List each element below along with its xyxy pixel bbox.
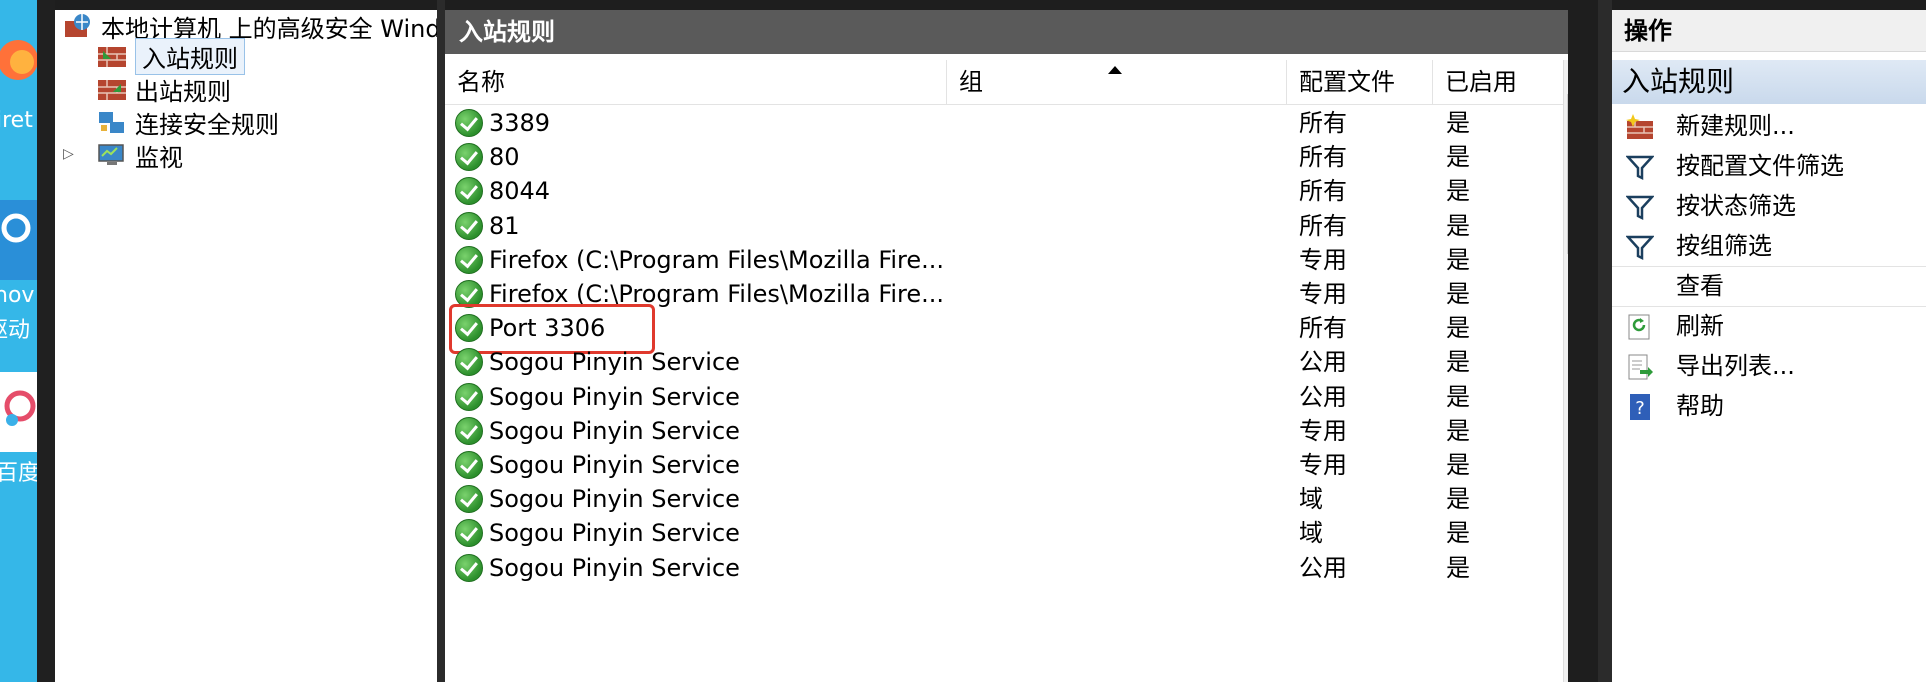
cell-enabled: 是 bbox=[1446, 553, 1470, 582]
desktop-label: nov bbox=[0, 283, 35, 308]
desktop-label: 百度 bbox=[0, 461, 37, 486]
tree-item-label: 入站规则 bbox=[135, 37, 245, 75]
filter-icon bbox=[1625, 233, 1655, 261]
cell-name: Sogou Pinyin Service bbox=[489, 553, 740, 582]
firefox-icon[interactable] bbox=[0, 30, 37, 90]
column-header-enabled[interactable]: 已启用 bbox=[1433, 60, 1563, 104]
outbound-rules-icon bbox=[97, 76, 127, 102]
desktop-label: iret bbox=[0, 108, 33, 133]
action-filter-by-group[interactable]: 按组筛选 bbox=[1612, 226, 1926, 266]
pane-divider[interactable] bbox=[1598, 0, 1612, 682]
tree-item-monitoring[interactable]: 监视 bbox=[97, 139, 183, 172]
enabled-check-icon bbox=[455, 382, 483, 411]
enabled-check-icon bbox=[455, 519, 483, 548]
actions-section-header[interactable]: 入站规则 bbox=[1612, 60, 1926, 104]
navigation-tree: 本地计算机 上的高级安全 Windows Defender 防火墙 入站规则 出… bbox=[55, 10, 437, 682]
enabled-check-icon bbox=[455, 416, 483, 445]
rules-list-pane: 入站规则 名称 组 配置文件 已启用 3389 所有是 80 所有是 8044 所有是 81… bbox=[445, 10, 1568, 682]
enabled-check-icon bbox=[455, 211, 483, 240]
action-label: 按组筛选 bbox=[1676, 232, 1772, 260]
filter-icon bbox=[1625, 193, 1655, 221]
tree-item-label: 连接安全规则 bbox=[135, 110, 279, 139]
new-rule-icon bbox=[1626, 113, 1654, 141]
enabled-check-icon bbox=[455, 553, 483, 582]
column-header-name[interactable]: 名称 bbox=[445, 60, 947, 104]
firewall-globe-icon bbox=[63, 13, 93, 39]
action-label: 按配置文件筛选 bbox=[1676, 152, 1844, 180]
tree-item-label: 监视 bbox=[135, 143, 183, 172]
cell-profile: 公用 bbox=[1299, 553, 1347, 582]
enabled-check-icon bbox=[455, 485, 483, 514]
action-help[interactable]: ? 帮助 bbox=[1612, 386, 1926, 426]
action-label: 刷新 bbox=[1676, 312, 1724, 340]
action-label: 帮助 bbox=[1676, 392, 1724, 420]
action-new-rule[interactable]: 新建规则... bbox=[1612, 106, 1926, 146]
action-filter-by-state[interactable]: 按状态筛选 bbox=[1612, 186, 1926, 226]
inbound-rules-icon bbox=[97, 43, 127, 69]
filter-icon bbox=[1625, 153, 1655, 181]
desktop-label: 驱动 bbox=[0, 318, 31, 343]
export-icon bbox=[1626, 353, 1654, 381]
scroll-up-icon[interactable]: ︿ bbox=[1564, 60, 1568, 94]
enabled-check-icon bbox=[455, 451, 483, 479]
vertical-scrollbar[interactable]: ︿ ≡ bbox=[1563, 60, 1568, 682]
action-refresh[interactable]: 刷新 bbox=[1612, 306, 1926, 346]
column-header-profile[interactable]: 配置文件 bbox=[1287, 60, 1433, 104]
tree-root[interactable]: 本地计算机 上的高级安全 Windows Defender 防火墙 bbox=[63, 10, 437, 43]
action-label: 按状态筛选 bbox=[1676, 192, 1796, 220]
tree-item-label: 出站规则 bbox=[135, 77, 231, 106]
pane-title: 入站规则 bbox=[445, 10, 1568, 54]
table-row[interactable]: Sogou Pinyin Service 公用 是 bbox=[445, 547, 1563, 589]
svg-text:?: ? bbox=[1635, 398, 1645, 419]
action-label: 导出列表... bbox=[1676, 352, 1795, 380]
actions-pane: 操作 入站规则 新建规则... 按配置文件筛选 按状态筛选 按组筛选 查看 刷新 bbox=[1612, 10, 1926, 682]
enabled-check-icon bbox=[455, 245, 483, 274]
refresh-icon bbox=[1626, 313, 1654, 341]
pane-divider[interactable] bbox=[437, 0, 445, 682]
scrollbar-thumb[interactable] bbox=[1567, 94, 1568, 254]
enabled-check-icon bbox=[455, 109, 483, 137]
sort-ascending-icon bbox=[1108, 66, 1122, 74]
expand-icon[interactable]: ▷ bbox=[63, 146, 74, 162]
connection-security-icon bbox=[97, 109, 127, 135]
action-export-list[interactable]: 导出列表... bbox=[1612, 346, 1926, 386]
enabled-check-icon bbox=[455, 143, 483, 172]
enabled-check-icon bbox=[455, 348, 483, 377]
action-label: 查看 bbox=[1676, 272, 1724, 300]
action-filter-by-profile[interactable]: 按配置文件筛选 bbox=[1612, 146, 1926, 186]
tree-item-connection-security-rules[interactable]: 连接安全规则 bbox=[97, 106, 279, 139]
action-label: 新建规则... bbox=[1676, 112, 1795, 140]
help-icon: ? bbox=[1626, 393, 1654, 421]
tree-item-inbound-rules[interactable]: 入站规则 bbox=[97, 37, 245, 75]
enabled-check-icon bbox=[455, 177, 483, 206]
action-view[interactable]: 查看 bbox=[1612, 266, 1926, 306]
window-border bbox=[37, 0, 55, 682]
baidu-app-icon[interactable] bbox=[0, 372, 37, 452]
actions-title: 操作 bbox=[1612, 10, 1926, 52]
column-header-row: 名称 组 配置文件 已启用 bbox=[445, 60, 1563, 105]
monitor-icon bbox=[97, 142, 127, 168]
tree-item-outbound-rules[interactable]: 出站规则 bbox=[97, 73, 231, 106]
desktop-strip: iret nov 驱动 百度 bbox=[0, 0, 37, 682]
driver-app-icon[interactable] bbox=[0, 200, 37, 280]
